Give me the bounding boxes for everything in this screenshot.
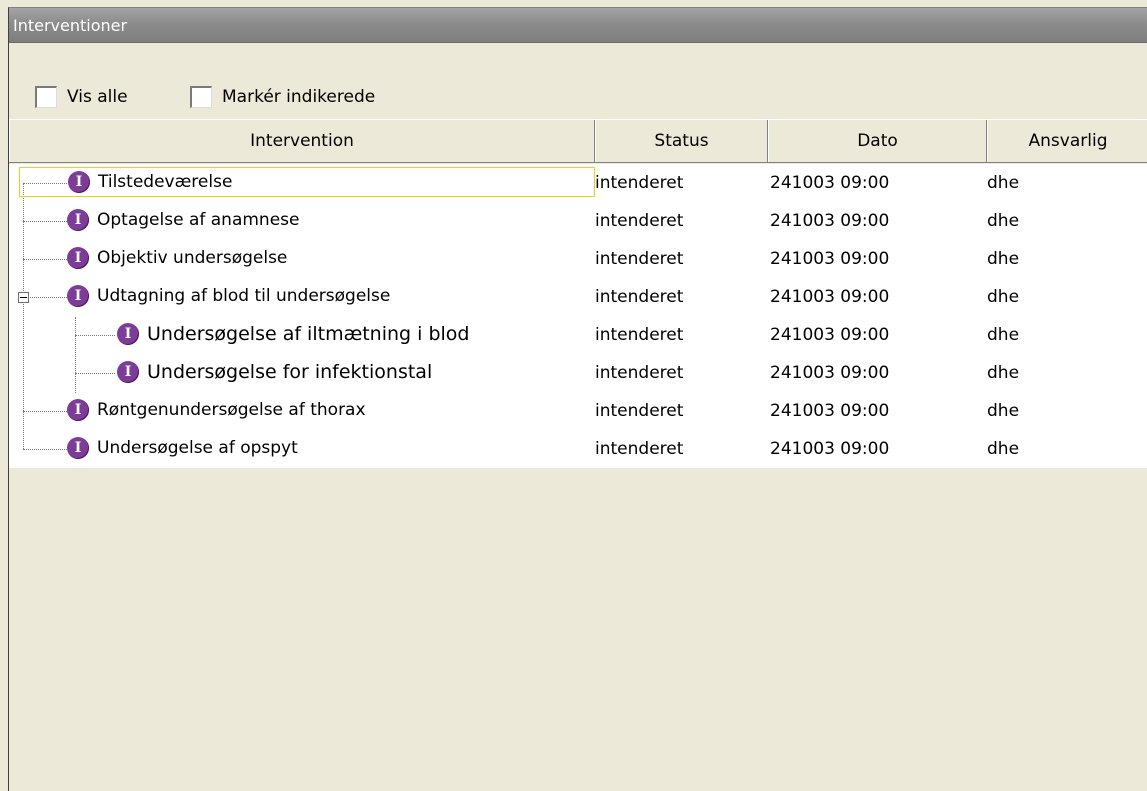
intervention-node[interactable]: I Undersøgelse af opspyt — [19, 433, 302, 463]
intervention-name: Røntgenundersøgelse af thorax — [97, 400, 366, 420]
show-all-checkbox-box[interactable] — [35, 86, 57, 108]
intervention-name: Tilstedeværelse — [98, 172, 233, 192]
table-row[interactable]: I Udtagning af blod til undersøgelse inten… — [9, 278, 1147, 316]
table-row[interactable]: I Undersøgelse af iltmætning i blod intend… — [9, 316, 1147, 354]
column-header-intervention[interactable]: Intervention — [9, 120, 595, 162]
intervention-status: intenderet — [595, 211, 684, 231]
intervention-name: Undersøgelse af opspyt — [97, 438, 298, 458]
table-row[interactable]: I Undersøgelse for infektionstal intendere… — [9, 354, 1147, 392]
intervention-node[interactable]: I Udtagning af blod til undersøgelse — [19, 281, 394, 311]
show-all-checkbox[interactable]: Vis alle — [35, 82, 128, 112]
intervention-badge-icon: I — [117, 361, 139, 383]
column-header-date[interactable]: Dato — [768, 120, 987, 162]
intervention-responsible: dhe — [987, 287, 1020, 307]
intervention-status: intenderet — [595, 439, 684, 459]
intervention-date: 241003 09:00 — [770, 287, 890, 307]
column-header-status[interactable]: Status — [595, 120, 768, 162]
intervention-badge-icon: I — [67, 247, 89, 269]
intervention-responsible: dhe — [987, 249, 1020, 269]
intervention-badge-icon: I — [117, 323, 139, 345]
intervention-name: Undersøgelse for infektionstal — [147, 361, 433, 383]
column-header-responsible[interactable]: Ansvarlig — [987, 120, 1147, 162]
interventions-panel: Interventioner Vis alle Markér indikered… — [8, 7, 1147, 791]
intervention-date: 241003 09:00 — [770, 325, 890, 345]
intervention-responsible: dhe — [987, 325, 1020, 345]
intervention-node[interactable]: I Tilstedeværelse — [19, 167, 595, 197]
intervention-responsible: dhe — [987, 211, 1020, 231]
intervention-status: intenderet — [595, 363, 684, 383]
mark-indicated-checkbox[interactable]: Markér indikerede — [190, 82, 375, 112]
table-row[interactable]: I Optagelse af anamnese intenderet 241003 0… — [9, 202, 1147, 240]
intervention-node[interactable]: I Objektiv undersøgelse — [19, 243, 291, 273]
table-row[interactable]: I Undersøgelse af opspyt intenderet 241003 … — [9, 430, 1147, 468]
table-row[interactable]: I Røntgenundersøgelse af thorax intenderet… — [9, 392, 1147, 430]
tree-connector — [75, 335, 115, 336]
intervention-badge-icon: I — [67, 285, 89, 307]
intervention-responsible: dhe — [987, 439, 1020, 459]
show-all-label: Vis alle — [67, 87, 128, 107]
intervention-responsible: dhe — [987, 173, 1020, 193]
intervention-date: 241003 09:00 — [770, 363, 890, 383]
table-header: Intervention Status Dato Ansvarlig — [9, 119, 1147, 163]
table-row[interactable]: I Tilstedeværelse intenderet 241003 09:00 dh… — [9, 164, 1147, 202]
intervention-name: Udtagning af blod til undersøgelse — [97, 286, 391, 306]
intervention-badge-icon: I — [67, 399, 89, 421]
intervention-node[interactable]: I Undersøgelse for infektionstal — [113, 357, 436, 387]
mark-indicated-label: Markér indikerede — [222, 87, 376, 107]
intervention-status: intenderet — [595, 173, 684, 193]
intervention-name: Objektiv undersøgelse — [97, 248, 288, 268]
intervention-badge-icon: I — [68, 171, 90, 193]
intervention-responsible: dhe — [987, 363, 1020, 383]
mark-indicated-checkbox-box[interactable] — [190, 86, 212, 108]
intervention-node[interactable]: I Optagelse af anamnese — [19, 205, 303, 235]
intervention-status: intenderet — [595, 287, 684, 307]
intervention-badge-icon: I — [67, 209, 89, 231]
intervention-badge-icon: I — [67, 437, 89, 459]
filter-options: Vis alle Markér indikerede — [9, 78, 1147, 118]
intervention-date: 241003 09:00 — [770, 211, 890, 231]
intervention-date: 241003 09:00 — [770, 401, 890, 421]
tree-connector — [75, 373, 115, 374]
intervention-date: 241003 09:00 — [770, 249, 890, 269]
intervention-name: Undersøgelse af iltmætning i blod — [147, 323, 470, 345]
intervention-node[interactable]: I Undersøgelse af iltmætning i blod — [113, 319, 474, 349]
intervention-date: 241003 09:00 — [770, 173, 890, 193]
table-row[interactable]: I Objektiv undersøgelse intenderet 241003 0… — [9, 240, 1147, 278]
panel-title: Interventioner — [9, 8, 1147, 43]
intervention-node[interactable]: I Røntgenundersøgelse af thorax — [19, 395, 370, 425]
intervention-status: intenderet — [595, 325, 684, 345]
interventions-tree-table: I Tilstedeværelse intenderet 241003 09:00 dh… — [9, 164, 1147, 468]
intervention-responsible: dhe — [987, 401, 1020, 421]
intervention-name: Optagelse af anamnese — [97, 210, 300, 230]
intervention-date: 241003 09:00 — [770, 439, 890, 459]
intervention-status: intenderet — [595, 249, 684, 269]
intervention-status: intenderet — [595, 401, 684, 421]
